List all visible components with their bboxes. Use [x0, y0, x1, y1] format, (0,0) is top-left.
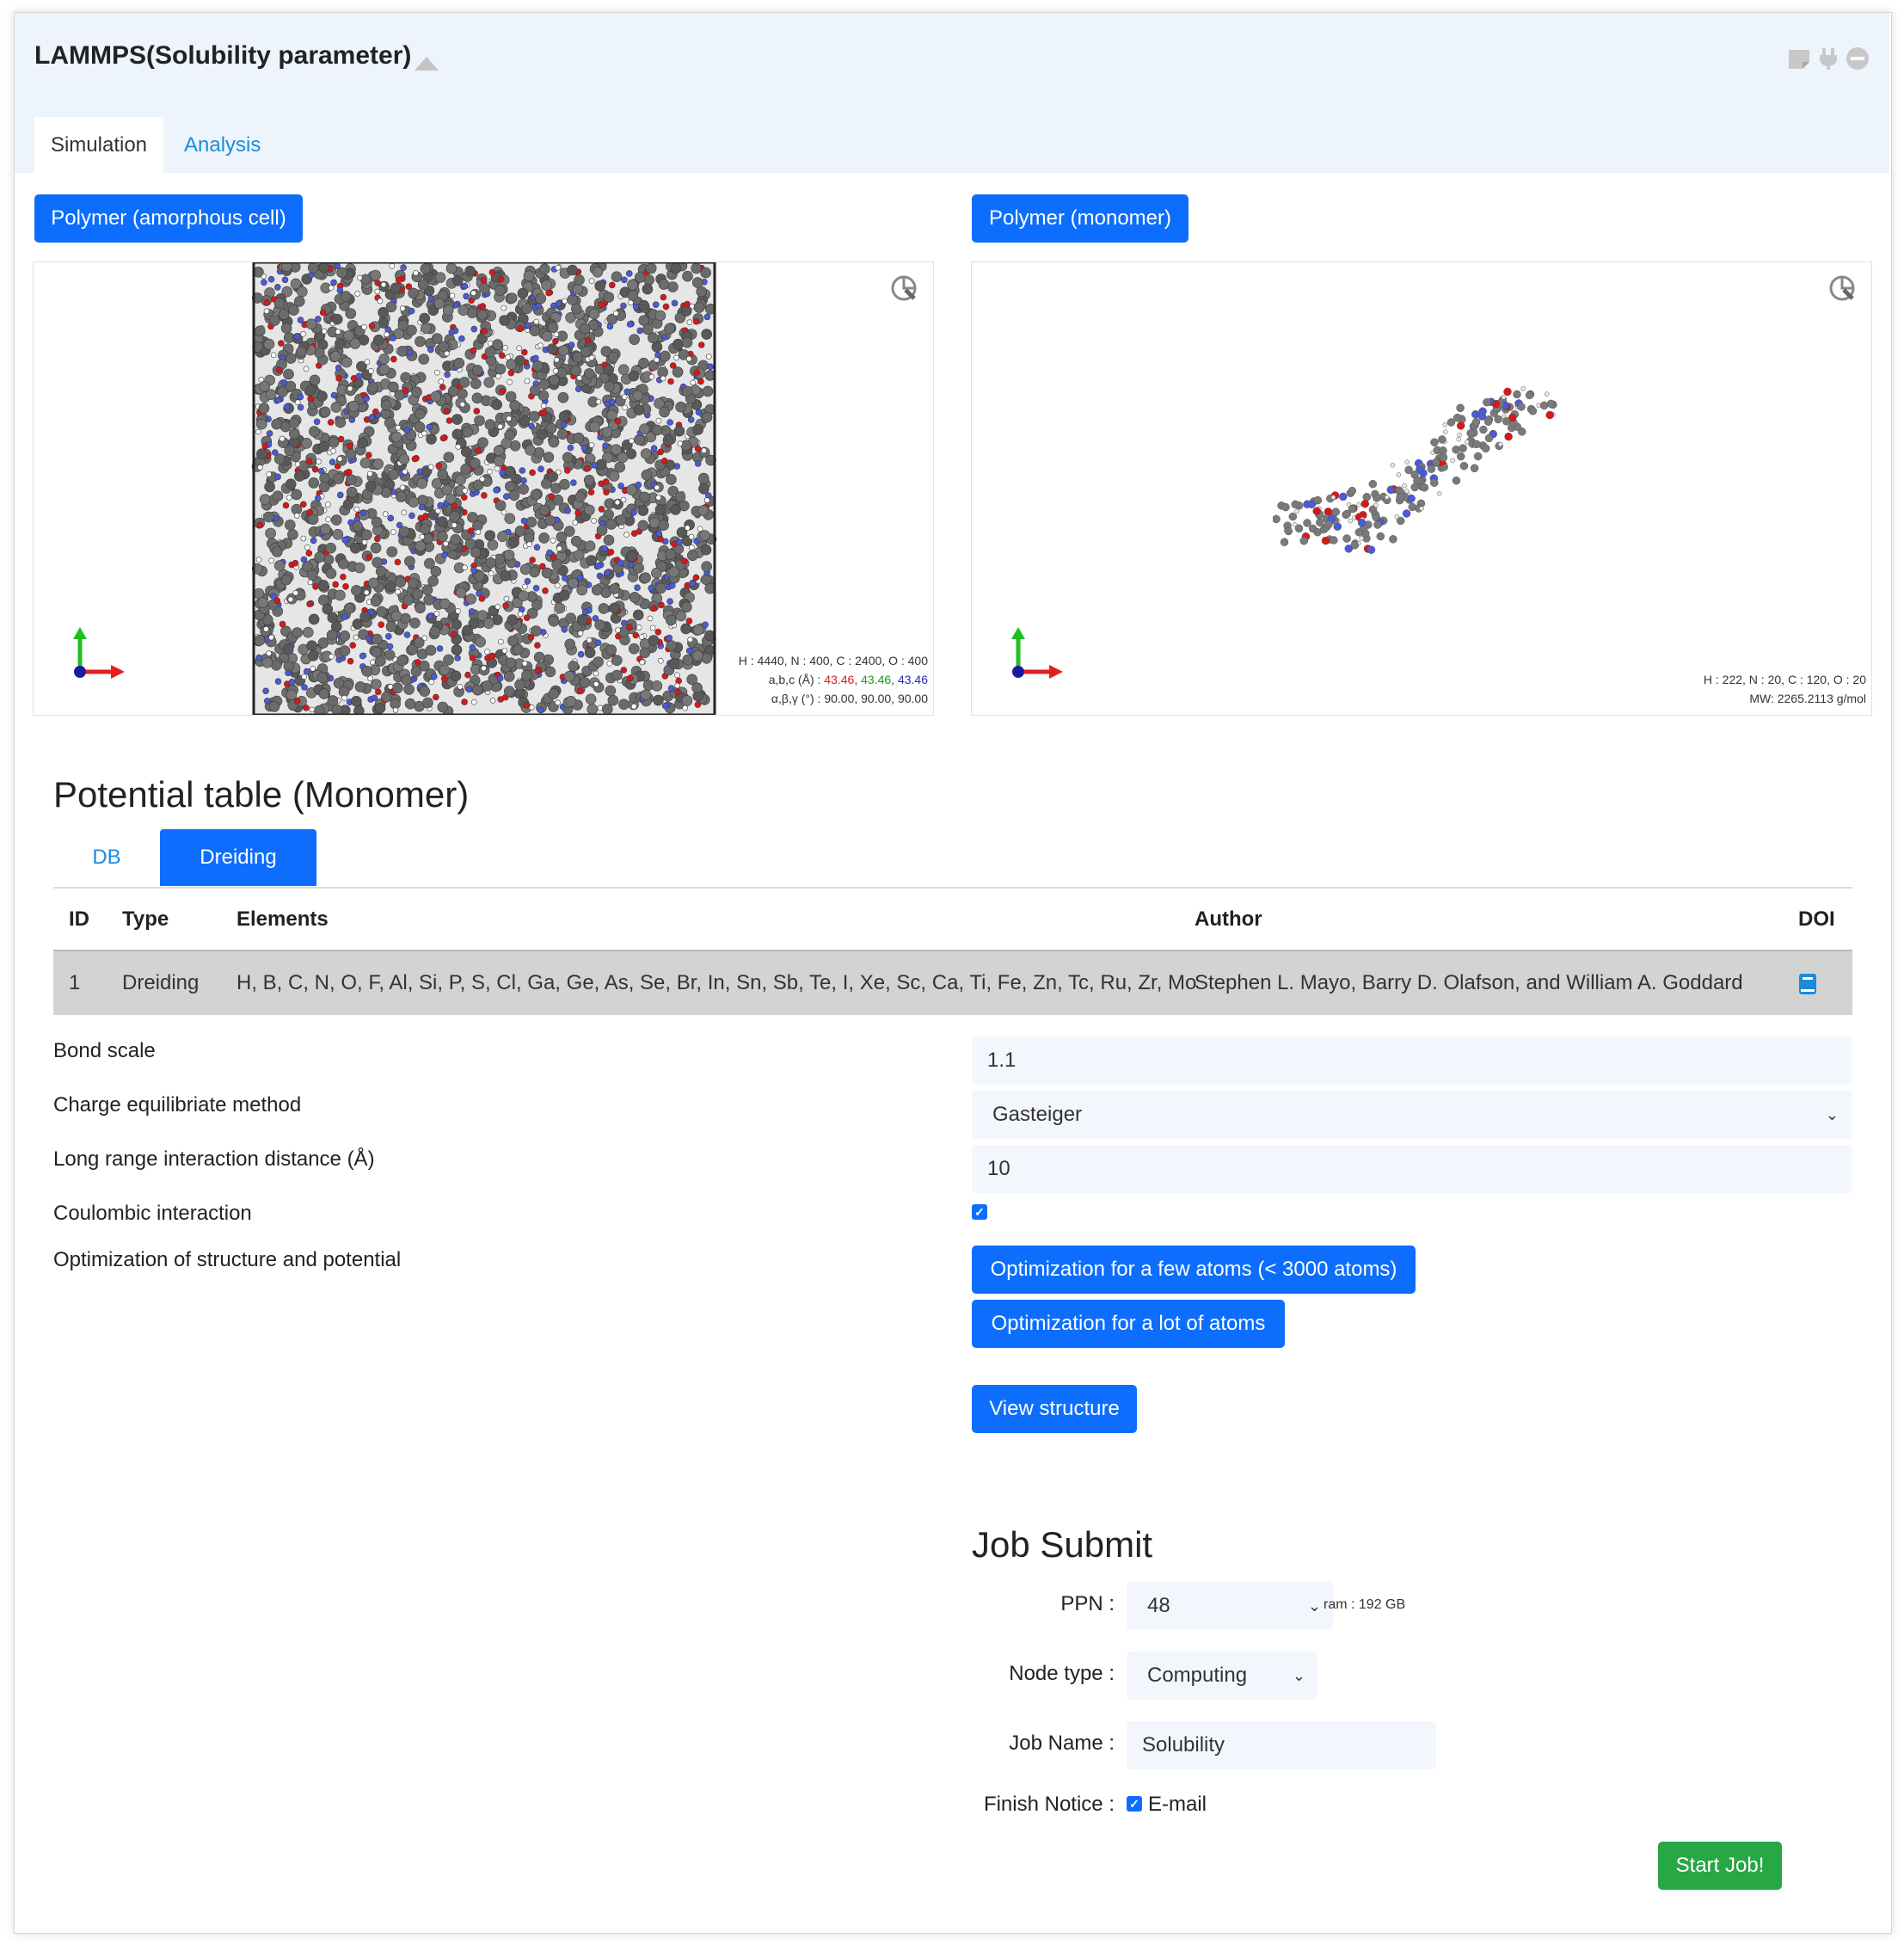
subtab-dreiding[interactable]: Dreiding — [160, 829, 316, 886]
chevron-down-icon: ⌄ — [1825, 1106, 1839, 1123]
cell-angles: α,β,γ (°) : 90.00, 90.00, 90.00 — [771, 692, 928, 705]
collapse-caret-icon[interactable] — [415, 57, 439, 71]
email-checkbox[interactable]: ✓ — [1127, 1796, 1142, 1812]
row-author: Stephen L. Mayo, Barry D. Olafson, and W… — [1195, 971, 1743, 994]
job-name-input[interactable]: Solubility — [1127, 1721, 1436, 1769]
row-id: 1 — [69, 971, 81, 994]
col-id: ID — [69, 907, 89, 931]
col-author: Author — [1195, 907, 1262, 931]
note-icon[interactable] — [1787, 46, 1811, 71]
coulombic-checkbox[interactable]: ✓ — [972, 1204, 987, 1220]
bond-scale-input[interactable]: 1.1 — [972, 1037, 1852, 1085]
panel-header — [15, 13, 1889, 173]
node-type-label: Node type : — [1009, 1662, 1115, 1685]
polymer-amorphous-cell-button[interactable]: Polymer (amorphous cell) — [34, 194, 303, 243]
potential-table-heading: Potential table (Monomer) — [53, 774, 470, 815]
ppn-select[interactable]: 48 ⌄ — [1127, 1582, 1333, 1630]
long-range-label: Long range interaction distance (Å) — [53, 1147, 375, 1171]
ram-info: ram : 192 GB — [1324, 1597, 1406, 1612]
monomer-mw: MW: 2265.2113 g/mol — [1749, 692, 1866, 705]
charge-method-label: Charge equilibriate method — [53, 1093, 302, 1117]
cell-lengths: a,b,c (Å) : 43.46, 43.46, 43.46 — [768, 673, 928, 686]
monomer-structure — [1273, 385, 1557, 554]
chevron-down-icon: ⌄ — [1292, 1667, 1305, 1684]
remove-icon[interactable] — [1846, 46, 1870, 71]
finish-notice-label: Finish Notice : — [983, 1793, 1115, 1816]
amorphous-cell-viewer[interactable]: H : 4440, N : 400, C : 2400, O : 400 a,b… — [33, 261, 934, 716]
axes-icon — [1006, 624, 1066, 688]
app-title: LAMMPS(Solubility parameter) — [34, 41, 412, 70]
job-name-label: Job Name : — [1009, 1732, 1115, 1755]
polymer-monomer-button[interactable]: Polymer (monomer) — [972, 194, 1188, 243]
optimization-label: Optimization of structure and potential — [53, 1248, 402, 1271]
bond-scale-label: Bond scale — [53, 1039, 156, 1062]
row-type: Dreiding — [122, 971, 200, 994]
long-range-input[interactable]: 10 — [972, 1145, 1852, 1193]
monomer-composition: H : 222, N : 20, C : 120, O : 20 — [1703, 673, 1866, 686]
monomer-viewer[interactable]: H : 222, N : 20, C : 120, O : 20 MW: 226… — [971, 261, 1872, 716]
tab-simulation[interactable]: Simulation — [34, 117, 163, 174]
node-type-select[interactable]: Computing ⌄ — [1127, 1652, 1317, 1700]
row-elements: H, B, C, N, O, F, Al, Si, P, S, Cl, Ga, … — [236, 971, 1197, 994]
job-submit-heading: Job Submit — [972, 1524, 1153, 1565]
reset-view-icon[interactable] — [890, 274, 919, 304]
doi-book-icon[interactable] — [1797, 973, 1818, 1000]
col-type: Type — [122, 907, 169, 931]
optimize-few-atoms-button[interactable]: Optimization for a few atoms (< 3000 ato… — [972, 1246, 1416, 1294]
col-doi: DOI — [1798, 907, 1835, 931]
optimize-lot-atoms-button[interactable]: Optimization for a lot of atoms — [972, 1300, 1285, 1348]
amorphous-cell-structure — [251, 262, 717, 715]
charge-method-select[interactable]: Gasteiger ⌄ — [972, 1091, 1852, 1139]
reset-view-icon[interactable] — [1828, 274, 1858, 304]
plug-icon[interactable] — [1816, 46, 1840, 71]
cell-composition: H : 4440, N : 400, C : 2400, O : 400 — [738, 654, 928, 667]
chevron-down-icon: ⌄ — [1307, 1597, 1321, 1615]
col-elements: Elements — [236, 907, 329, 931]
axes-icon — [68, 624, 128, 688]
tab-analysis[interactable]: Analysis — [170, 117, 274, 174]
coulombic-label: Coulombic interaction — [53, 1202, 252, 1225]
subtab-divider — [53, 887, 1852, 889]
ppn-label: PPN : — [1060, 1592, 1115, 1615]
view-structure-button[interactable]: View structure — [972, 1385, 1137, 1433]
start-job-button[interactable]: Start Job! — [1658, 1842, 1782, 1890]
subtab-db[interactable]: DB — [53, 829, 160, 886]
email-option-label: E-mail — [1148, 1793, 1207, 1816]
